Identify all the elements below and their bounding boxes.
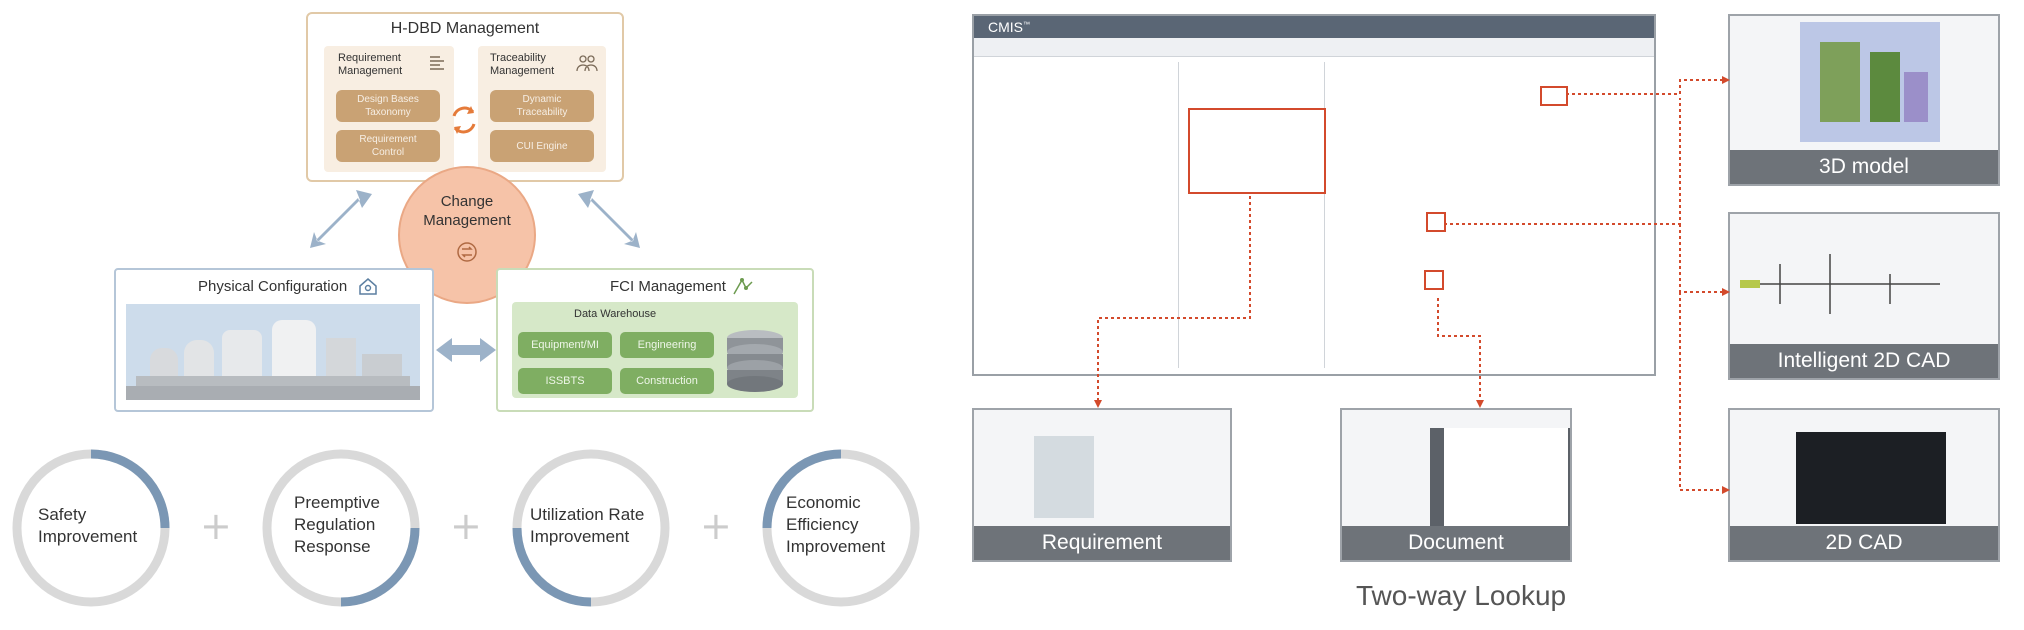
connector-document	[1437, 298, 1481, 402]
connector-2d-cad	[1679, 292, 1722, 491]
connector-3d	[1566, 79, 1722, 95]
lookup-connectors	[1094, 76, 1730, 494]
connector-intelligent-cad	[1679, 224, 1722, 293]
connector-cad	[1444, 98, 1681, 225]
two-way-lookup-caption: Two-way Lookup	[1356, 580, 1567, 611]
connector-requirement	[1097, 196, 1251, 402]
